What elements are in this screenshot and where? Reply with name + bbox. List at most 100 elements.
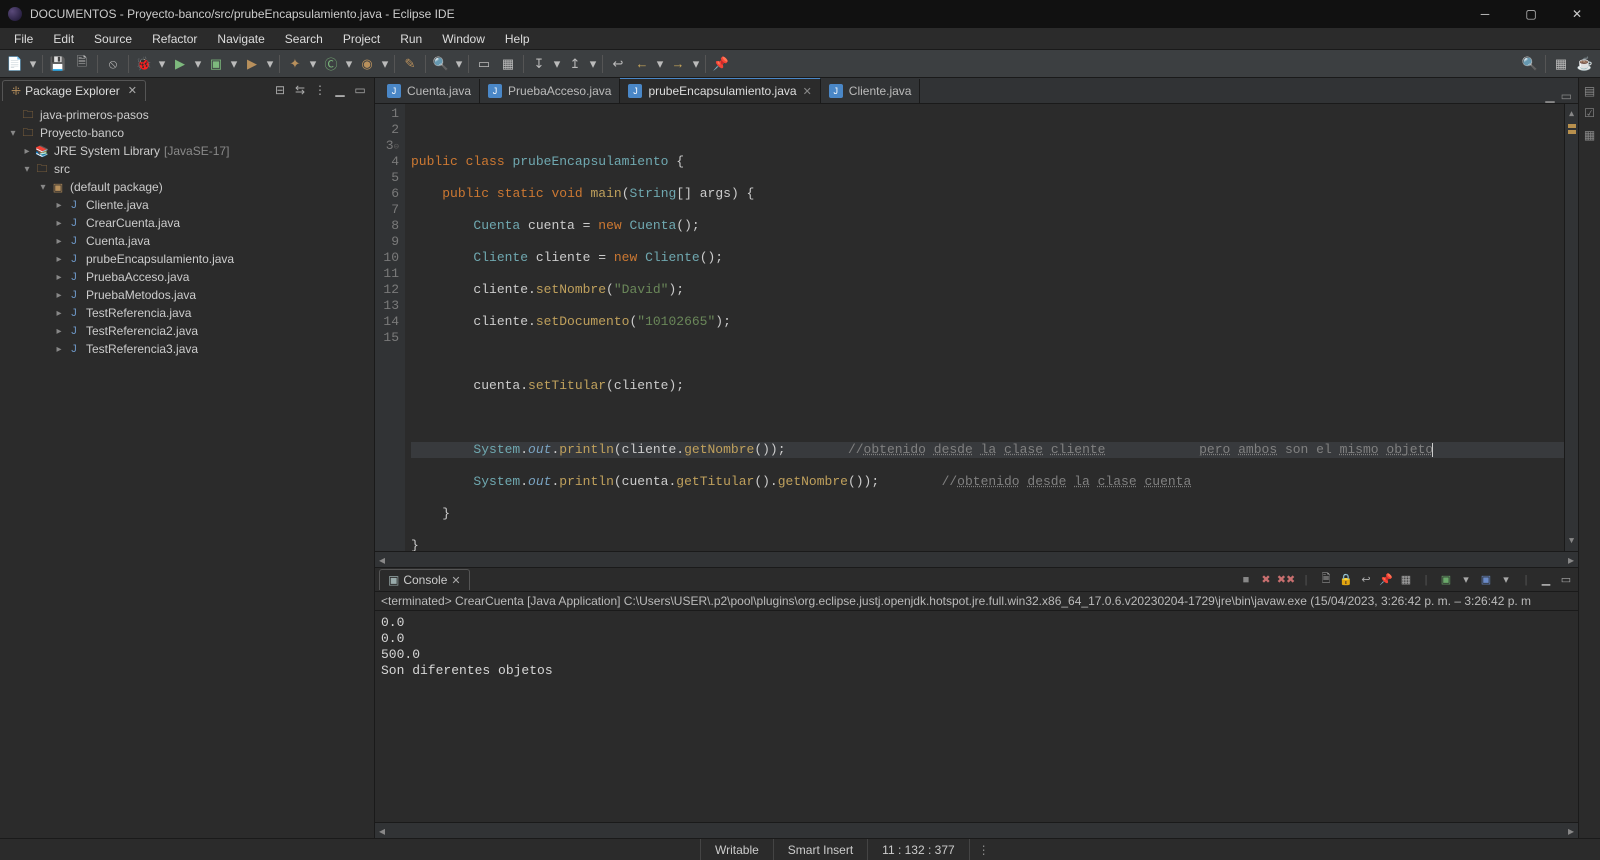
project-proyecto-banco[interactable]: ▾ 🗀 Proyecto-banco <box>0 124 374 142</box>
scroll-down-icon[interactable]: ▾ <box>1568 533 1576 549</box>
new-console-icon[interactable]: ▣ <box>1478 572 1494 588</box>
menu-refactor[interactable]: Refactor <box>142 30 207 48</box>
chevron-down-icon[interactable]: ▾ <box>655 53 665 75</box>
chevron-down-icon[interactable]: ▾ <box>588 53 598 75</box>
file-testreferencia3[interactable]: ▸ J TestReferencia3.java <box>0 340 374 358</box>
minimize-view-icon[interactable]: ▁ <box>1538 572 1554 588</box>
menu-window[interactable]: Window <box>432 30 495 48</box>
skip-breakpoints-icon[interactable]: ⦸ <box>102 53 124 75</box>
warning-marker[interactable] <box>1568 124 1576 128</box>
back-icon[interactable]: ← <box>631 53 653 75</box>
run-icon[interactable]: ▶ <box>169 53 191 75</box>
prev-annotation-icon[interactable]: ↥ <box>564 53 586 75</box>
console-output[interactable]: 0.0 0.0 500.0 Son diferentes objetos <box>375 611 1578 822</box>
other-view-icon[interactable]: ▦ <box>1584 128 1595 142</box>
forward-icon[interactable]: → <box>667 53 689 75</box>
file-cliente[interactable]: ▸ J Cliente.java <box>0 196 374 214</box>
close-button[interactable]: ✕ <box>1554 0 1600 28</box>
status-menu-icon[interactable]: ⋮ <box>969 839 998 860</box>
scroll-left-icon[interactable]: ◂ <box>379 824 385 838</box>
menu-run[interactable]: Run <box>390 30 432 48</box>
file-pruebametodos[interactable]: ▸ J PruebaMetodos.java <box>0 286 374 304</box>
chevron-down-icon[interactable]: ▾ <box>229 53 239 75</box>
maximize-view-icon[interactable]: ▭ <box>352 82 368 98</box>
terminate-icon[interactable]: ■ <box>1238 572 1254 588</box>
project-java-primeros[interactable]: 🗀 java-primeros-pasos <box>0 106 374 124</box>
chevron-down-icon[interactable]: ▾ <box>28 53 38 75</box>
jre-system-library[interactable]: ▸ 📚 JRE System Library [JavaSE-17] <box>0 142 374 160</box>
chevron-down-icon[interactable]: ▾ <box>157 53 167 75</box>
toggle-block-icon[interactable]: ▦ <box>497 53 519 75</box>
menu-help[interactable]: Help <box>495 30 540 48</box>
tab-prubeencapsulamiento[interactable]: J prubeEncapsulamiento.java ✕ <box>620 78 820 103</box>
editor-body[interactable]: 123⊖ 4567 891011 12131415 public class p… <box>375 104 1578 551</box>
quick-access-icon[interactable]: 🔍 <box>1519 53 1541 75</box>
package-explorer-tab[interactable]: ⁜ Package Explorer ✕ <box>2 80 146 101</box>
file-testreferencia[interactable]: ▸ J TestReferencia.java <box>0 304 374 322</box>
search-icon[interactable]: 🔍 <box>430 53 452 75</box>
file-pruebaacceso[interactable]: ▸ J PruebaAcceso.java <box>0 268 374 286</box>
new-icon[interactable]: 📄 <box>4 53 26 75</box>
display-selected-icon[interactable]: ▦ <box>1398 572 1414 588</box>
word-wrap-icon[interactable]: ↩ <box>1358 572 1374 588</box>
menu-file[interactable]: File <box>4 30 43 48</box>
minimize-view-icon[interactable]: ▁ <box>332 82 348 98</box>
scroll-lock-icon[interactable]: 🔒 <box>1338 572 1354 588</box>
menu-project[interactable]: Project <box>333 30 390 48</box>
chevron-down-icon[interactable]: ▾ <box>552 53 562 75</box>
close-icon[interactable]: ✕ <box>128 84 137 97</box>
chevron-down-icon[interactable]: ▾ <box>1458 572 1474 588</box>
new-type-icon[interactable]: ◉ <box>356 53 378 75</box>
toggle-mark-icon[interactable]: ▭ <box>473 53 495 75</box>
last-edit-icon[interactable]: ↩ <box>607 53 629 75</box>
chevron-down-icon[interactable]: ▾ <box>380 53 390 75</box>
minimize-editor-icon[interactable]: ▁ <box>1545 89 1554 103</box>
close-icon[interactable]: ✕ <box>803 85 812 98</box>
console-horizontal-scrollbar[interactable]: ◂ ▸ <box>375 822 1578 838</box>
console-tab[interactable]: ▣ Console ✕ <box>379 569 470 590</box>
new-class-icon[interactable]: Ⓒ <box>320 53 342 75</box>
save-icon[interactable]: 💾 <box>47 53 69 75</box>
close-icon[interactable]: ✕ <box>451 574 460 587</box>
file-cuenta[interactable]: ▸ J Cuenta.java <box>0 232 374 250</box>
minimize-button[interactable]: ─ <box>1462 0 1508 28</box>
file-crearcuenta[interactable]: ▸ J CrearCuenta.java <box>0 214 374 232</box>
debug-icon[interactable]: 🐞 <box>133 53 155 75</box>
coverage-icon[interactable]: ▣ <box>205 53 227 75</box>
chevron-down-icon[interactable]: ▾ <box>308 53 318 75</box>
collapse-all-icon[interactable]: ⊟ <box>272 82 288 98</box>
menu-edit[interactable]: Edit <box>43 30 84 48</box>
next-annotation-icon[interactable]: ↧ <box>528 53 550 75</box>
scroll-right-icon[interactable]: ▸ <box>1568 553 1574 567</box>
remove-all-icon[interactable]: ✖✖ <box>1278 572 1294 588</box>
menu-search[interactable]: Search <box>275 30 333 48</box>
maximize-button[interactable]: ▢ <box>1508 0 1554 28</box>
default-package[interactable]: ▾ ▣ (default package) <box>0 178 374 196</box>
tab-pruebaacceso[interactable]: J PruebaAcceso.java <box>480 79 620 103</box>
chevron-down-icon[interactable]: ▾ <box>1498 572 1514 588</box>
java-perspective-icon[interactable]: ☕ <box>1574 53 1596 75</box>
clear-console-icon[interactable]: 🗎 <box>1318 572 1334 588</box>
file-testreferencia2[interactable]: ▸ J TestReferencia2.java <box>0 322 374 340</box>
scroll-up-icon[interactable]: ▴ <box>1568 106 1576 122</box>
package-explorer-tree[interactable]: 🗀 java-primeros-pasos ▾ 🗀 Proyecto-banco… <box>0 102 374 838</box>
warning-marker[interactable] <box>1568 130 1576 134</box>
menu-source[interactable]: Source <box>84 30 142 48</box>
remove-launch-icon[interactable]: ✖ <box>1258 572 1274 588</box>
outline-view-icon[interactable]: ▤ <box>1584 84 1595 98</box>
src-folder[interactable]: ▾ 🗀 src <box>0 160 374 178</box>
chevron-down-icon[interactable]: ▾ <box>454 53 464 75</box>
scroll-left-icon[interactable]: ◂ <box>379 553 385 567</box>
open-console-icon[interactable]: ▣ <box>1438 572 1454 588</box>
chevron-down-icon[interactable]: ▾ <box>691 53 701 75</box>
link-editor-icon[interactable]: ⇆ <box>292 82 308 98</box>
code-content[interactable]: public class prubeEncapsulamiento { publ… <box>405 104 1564 551</box>
editor-horizontal-scrollbar[interactable]: ◂ ▸ <box>375 551 1578 567</box>
task-list-icon[interactable]: ☑ <box>1584 106 1595 120</box>
chevron-down-icon[interactable]: ▾ <box>344 53 354 75</box>
maximize-editor-icon[interactable]: ▭ <box>1561 89 1572 103</box>
open-perspective-icon[interactable]: ▦ <box>1550 53 1572 75</box>
chevron-down-icon[interactable]: ▾ <box>265 53 275 75</box>
save-all-icon[interactable]: 🗎 <box>71 53 93 75</box>
new-package-icon[interactable]: ✦ <box>284 53 306 75</box>
